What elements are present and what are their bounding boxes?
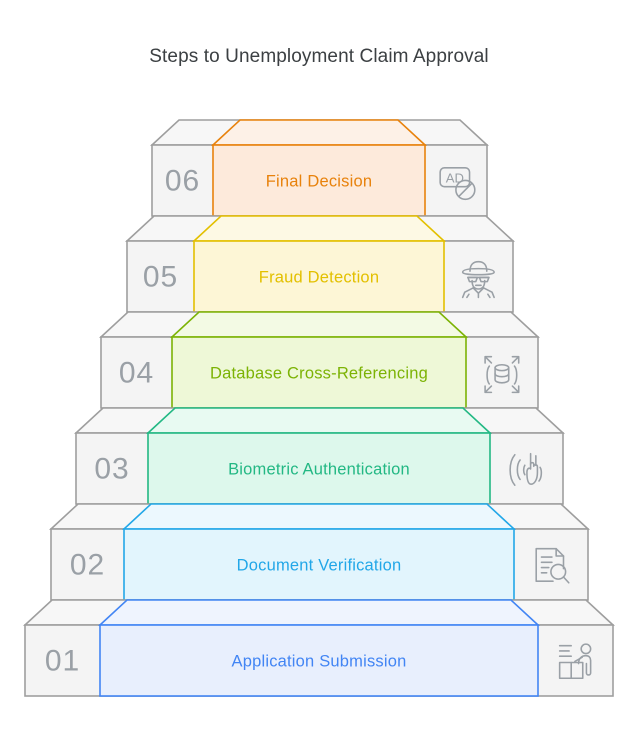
pyramid-step-05[interactable]: 05 Fraud Detection (124, 215, 516, 313)
steps-group: 06 Final Decision AD 05 Fraud Detection 04 Dat… (22, 119, 616, 697)
step-label-03: Biometric Authentication (228, 461, 410, 479)
step-band-top-face (210, 119, 428, 146)
step-number-03: 03 (94, 453, 129, 486)
step-label-05: Fraud Detection (259, 269, 379, 287)
step-label-01: Application Submission (232, 653, 407, 671)
pyramid-diagram: 06 Final Decision AD 05 Fraud Detection 04 Dat… (0, 0, 638, 746)
step-band-top-face (191, 215, 447, 242)
pyramid-step-04[interactable]: 04 Database Cross-Referencing (98, 311, 541, 409)
pyramid-step-01[interactable]: 01 Application Submission (22, 599, 616, 697)
step-band-top-face (169, 311, 469, 338)
pyramid-svg: 06 Final Decision AD 05 Fraud Detection 04 Dat… (22, 119, 616, 697)
step-number-01: 01 (45, 645, 80, 678)
pyramid-step-03[interactable]: 03 Biometric Authentication (73, 407, 566, 505)
step-label-02: Document Verification (237, 557, 402, 575)
ad-text: AD (446, 171, 464, 186)
step-band-top-face (121, 503, 517, 530)
step-number-02: 02 (70, 549, 105, 582)
step-number-04: 04 (119, 357, 154, 390)
step-number-06: 06 (165, 165, 200, 198)
pyramid-step-02[interactable]: 02 Document Verification (48, 503, 591, 601)
step-band-top-face (145, 407, 493, 434)
step-number-05: 05 (143, 261, 178, 294)
step-band-top-face (97, 599, 541, 626)
step-label-06: Final Decision (266, 173, 372, 191)
pyramid-step-06[interactable]: 06 Final Decision AD (149, 119, 490, 217)
step-label-04: Database Cross-Referencing (210, 365, 428, 383)
